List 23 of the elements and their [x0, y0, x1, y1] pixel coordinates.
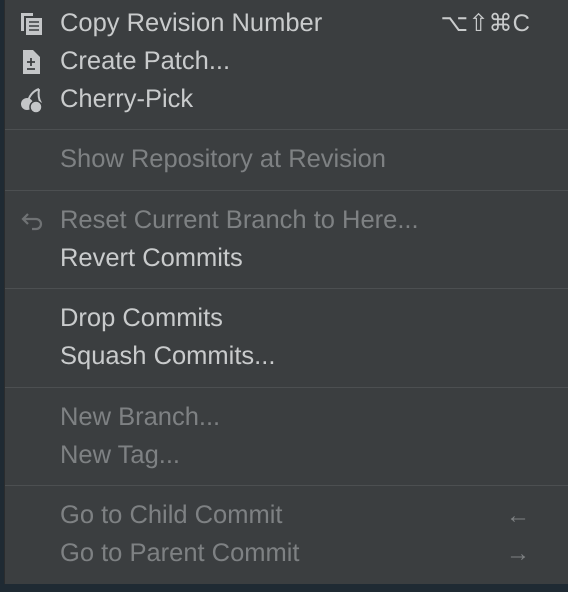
menu-item-label: Revert Commits	[60, 244, 244, 273]
menu-item-label: Copy Revision Number	[60, 8, 324, 38]
menu-item-label: Show Repository at Revision	[60, 145, 387, 174]
shortcut-label: ⌥⇧⌘C	[440, 8, 530, 38]
menu-item[interactable]: Drop Commits	[5, 300, 568, 338]
menu-item-label: Create Patch...	[60, 46, 232, 76]
menu-item[interactable]: Squash Commits...	[5, 338, 568, 376]
menu-item[interactable]: Copy Revision Number ⌥⇧⌘C	[5, 4, 568, 42]
menu-item-label: Go to Parent Commit	[60, 539, 300, 568]
shortcut-label: →	[506, 540, 530, 568]
menu-item-label: New Branch...	[60, 402, 222, 432]
menu-item-label: Squash Commits...	[60, 342, 276, 372]
copy-icon	[19, 11, 45, 37]
menu-item[interactable]: Create Patch...	[5, 42, 568, 80]
menu-item-label: Drop Commits	[60, 304, 224, 334]
menu-item-label: New Tag...	[60, 440, 182, 470]
shortcut-label: ←	[506, 502, 530, 530]
cherries-icon	[19, 87, 45, 113]
menu-item-label: Cherry-Pick	[60, 84, 194, 114]
menu-item-label: Go to Child Commit	[60, 501, 284, 530]
menu-item[interactable]: Revert Commits	[5, 239, 568, 278]
menu-item[interactable]: Cherry-Pick	[5, 80, 568, 118]
menu-item-label: Reset Current Branch to Here...	[60, 206, 420, 235]
